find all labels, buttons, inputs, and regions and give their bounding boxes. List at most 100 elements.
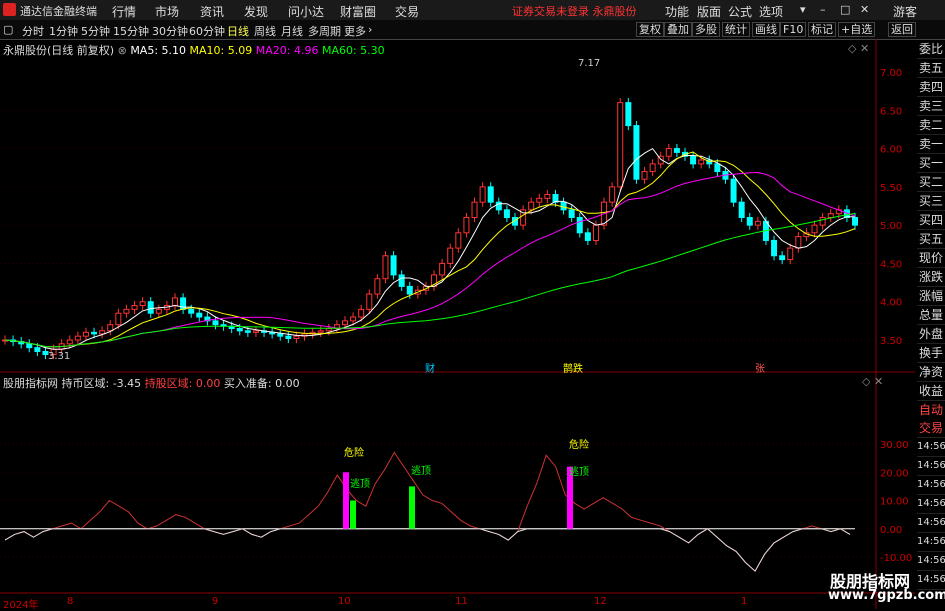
period-tab-30m[interactable]: 30分钟 bbox=[152, 23, 188, 39]
candle-body bbox=[487, 186, 494, 203]
period-tab-multi[interactable]: 多周期 bbox=[308, 23, 341, 39]
chevron-right-icon[interactable]: › bbox=[368, 23, 372, 36]
guest-label[interactable]: 游客 bbox=[893, 3, 917, 20]
btn-f10[interactable]: F10 bbox=[780, 22, 807, 37]
high-price-label: 7.17 bbox=[578, 58, 601, 69]
settings-icon[interactable]: ⊗ bbox=[118, 44, 127, 57]
price-tick-5: 4.50 bbox=[880, 259, 902, 270]
price-tick-0: 7.00 bbox=[880, 68, 902, 79]
btn-multi-stock[interactable]: 多股 bbox=[692, 22, 720, 37]
side-item-11[interactable]: 现价 bbox=[917, 249, 945, 268]
x-label-3: 10 bbox=[338, 596, 351, 607]
price-tick-1: 6.50 bbox=[880, 106, 902, 117]
side-item-12[interactable]: 涨跌 bbox=[917, 268, 945, 287]
menu-layout[interactable]: 版面 bbox=[697, 3, 721, 20]
auto-trade-button[interactable]: 自动交易 bbox=[917, 401, 945, 438]
side-item-14[interactable]: 总量 bbox=[917, 306, 945, 325]
side-item-6[interactable]: 买一 bbox=[917, 154, 945, 173]
signal-top-2: 逃顶 bbox=[411, 466, 431, 477]
candle-body bbox=[447, 247, 454, 264]
candle-body bbox=[115, 312, 122, 326]
side-item-1[interactable]: 卖五 bbox=[917, 59, 945, 78]
layout-icon[interactable]: ▢ bbox=[3, 23, 13, 36]
side-item-5[interactable]: 卖一 bbox=[917, 135, 945, 154]
x-label-4: 11 bbox=[455, 596, 468, 607]
candle-body bbox=[74, 335, 81, 341]
side-item-17[interactable]: 净资 bbox=[917, 363, 945, 382]
menu-formula[interactable]: 公式 bbox=[728, 3, 752, 20]
candle-body bbox=[730, 178, 737, 203]
candle-body bbox=[811, 224, 818, 234]
side-item-16[interactable]: 换手 bbox=[917, 344, 945, 363]
menu-market[interactable]: 行情 bbox=[112, 3, 136, 20]
btn-restore-rights[interactable]: 复权 bbox=[636, 22, 664, 37]
btn-back[interactable]: 返回 bbox=[888, 22, 916, 37]
period-tab-1m[interactable]: 1分钟 bbox=[49, 23, 78, 39]
side-item-9[interactable]: 买四 bbox=[917, 211, 945, 230]
side-item-2[interactable]: 卖四 bbox=[917, 78, 945, 97]
btn-draw[interactable]: 画线 bbox=[752, 22, 780, 37]
app-name: 通达信金融终端 bbox=[20, 5, 97, 18]
event-mark-3[interactable]: 张 bbox=[755, 360, 765, 375]
trade-time-2: 14:56 bbox=[917, 476, 945, 495]
candle-body bbox=[91, 331, 98, 335]
candle-body bbox=[609, 186, 616, 203]
menu-discover[interactable]: 发现 bbox=[244, 3, 268, 20]
menu-trade[interactable]: 交易 bbox=[395, 3, 419, 20]
event-mark-2[interactable]: 鹊跌 bbox=[563, 360, 583, 375]
menu-options[interactable]: 选项 bbox=[759, 3, 783, 20]
candle-body bbox=[641, 171, 648, 180]
btn-stats[interactable]: 统计 bbox=[722, 22, 750, 37]
side-item-18[interactable]: 收益 bbox=[917, 382, 945, 401]
side-item-7[interactable]: 买二 bbox=[917, 173, 945, 192]
side-item-10[interactable]: 买五 bbox=[917, 230, 945, 249]
period-tab-monthly[interactable]: 月线 bbox=[281, 23, 303, 39]
side-item-3[interactable]: 卖三 bbox=[917, 97, 945, 116]
period-tab-15m[interactable]: 15分钟 bbox=[113, 23, 149, 39]
candle-body bbox=[827, 213, 834, 218]
candle-body bbox=[665, 148, 672, 157]
signal-bar-2 bbox=[409, 486, 415, 529]
candle-body bbox=[212, 320, 219, 326]
x-label-5: 12 bbox=[594, 596, 607, 607]
candle-body bbox=[172, 297, 178, 307]
event-mark-finance[interactable]: 财 bbox=[425, 360, 435, 375]
btn-add-favorite[interactable]: +自选 bbox=[838, 22, 876, 37]
menu-exchange[interactable]: 市场 bbox=[155, 3, 179, 20]
candle-body bbox=[617, 102, 624, 188]
menu-ask[interactable]: 问小达 bbox=[288, 3, 324, 20]
period-tab-weekly[interactable]: 周线 bbox=[254, 23, 276, 39]
candle-body bbox=[819, 216, 826, 226]
candle-body bbox=[625, 102, 632, 127]
period-tab-daily[interactable]: 日线 bbox=[227, 23, 249, 39]
indicator-menu-icon[interactable]: ◇ ✕ bbox=[862, 375, 883, 388]
chart-menu-icon[interactable]: ◇ ✕ bbox=[848, 42, 869, 55]
side-item-13[interactable]: 涨幅 bbox=[917, 287, 945, 306]
menu-wealth[interactable]: 财富圈 bbox=[340, 3, 376, 20]
maximize-icon[interactable]: □ bbox=[840, 3, 850, 16]
menu-function[interactable]: 功能 bbox=[665, 3, 689, 20]
side-item-8[interactable]: 买三 bbox=[917, 192, 945, 211]
period-tab-5m[interactable]: 5分钟 bbox=[81, 23, 110, 39]
minimize-icon[interactable]: – bbox=[820, 3, 826, 16]
period-tab-60m[interactable]: 60分钟 bbox=[189, 23, 225, 39]
candle-body bbox=[463, 216, 470, 234]
side-item-15[interactable]: 外盘 bbox=[917, 325, 945, 344]
kline-chart[interactable]: 7.00 6.50 6.00 5.50 5.00 4.50 4.00 3.50 30.00 20.… bbox=[0, 39, 915, 609]
indicator-line-neg bbox=[4, 528, 851, 572]
btn-overlay[interactable]: 叠加 bbox=[664, 22, 692, 37]
trade-time-3: 14:56 bbox=[917, 495, 945, 514]
menu-news[interactable]: 资讯 bbox=[200, 3, 224, 20]
buy-prep-value: 买入准备: 0.00 bbox=[223, 377, 300, 390]
btn-mark[interactable]: 标记 bbox=[808, 22, 836, 37]
candle-body bbox=[244, 330, 251, 333]
period-tab-more[interactable]: 更多 bbox=[344, 23, 366, 39]
ind-tick-0: 30.00 bbox=[880, 440, 909, 451]
candle-body bbox=[852, 216, 858, 226]
chevron-down-icon[interactable]: ▾ bbox=[800, 3, 806, 16]
side-item-0[interactable]: 委比 bbox=[917, 40, 945, 59]
period-tab-tick[interactable]: 分时 bbox=[22, 23, 44, 39]
side-item-4[interactable]: 卖二 bbox=[917, 116, 945, 135]
close-icon[interactable]: ✕ bbox=[860, 3, 869, 16]
signal-bar-0 bbox=[343, 472, 349, 529]
